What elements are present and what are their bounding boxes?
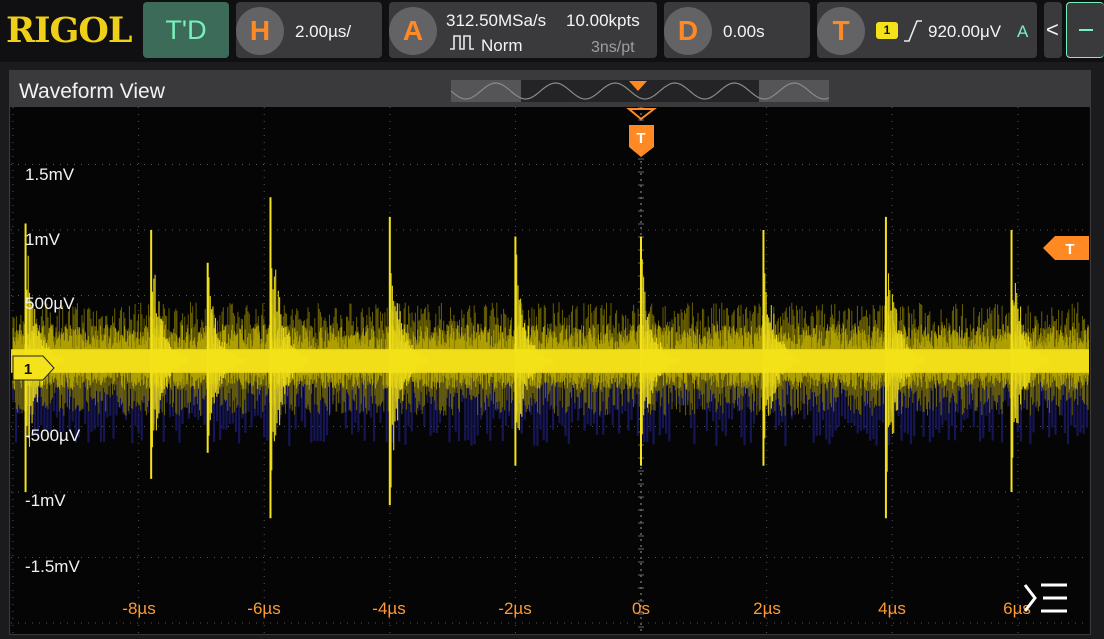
delay-panel[interactable]: D 0.00s <box>664 2 810 58</box>
x-label-2us: 2µs <box>753 599 781 618</box>
y-label-neg1mV: -1mV <box>25 491 66 510</box>
rising-edge-icon <box>904 20 922 42</box>
channel-line-icon <box>1079 29 1093 31</box>
waveform-view-titlebar: Waveform View <box>10 71 1090 107</box>
collapse-button[interactable]: < <box>1044 2 1062 58</box>
waveform-view-title: Waveform View <box>19 80 165 103</box>
trigger-panel[interactable]: T 1 920.00μV A <box>817 2 1037 58</box>
y-label-1mV: 1mV <box>25 230 60 249</box>
delay-icon: D <box>664 7 712 55</box>
horizontal-panel[interactable]: H 2.00µs/ <box>236 2 382 58</box>
y-label-neg500uV: -500µV <box>25 426 81 445</box>
waveform-view-window: Waveform View T T 1 1.5mV 1mV 500µV -500… <box>9 70 1091 635</box>
y-label-1.5mV: 1.5mV <box>25 165 75 184</box>
delay-value: 0.00s <box>723 22 765 41</box>
trigger-level-label: T <box>1065 241 1074 258</box>
pulse-icon <box>450 35 474 50</box>
horizontal-icon: H <box>236 7 284 55</box>
trigger-level: 920.00μV <box>928 22 1002 41</box>
menu-collapse-icon[interactable] <box>1023 582 1069 614</box>
channel-marker-label: 1 <box>24 361 32 378</box>
waveform-plot-area[interactable]: T T 1 1.5mV 1mV 500µV -500µV -1mV -1.5mV… <box>11 107 1089 634</box>
waveform-canvas[interactable]: T T 1 <box>11 107 1089 634</box>
trigger-position-marker[interactable]: T <box>626 108 657 157</box>
time-per-point: 3ns/pt <box>591 39 635 56</box>
x-label-neg2us: -2µs <box>498 599 532 618</box>
channel-panel-edge[interactable] <box>1066 2 1104 58</box>
sample-rate: 312.50MSa/s <box>446 11 547 30</box>
y-label-neg1.5mV: -1.5mV <box>25 557 80 576</box>
acquire-panel[interactable]: A 312.50MSa/s 10.00kpts Norm 3ns/pt <box>389 2 657 58</box>
x-label-neg8us: -8µs <box>122 599 156 618</box>
x-label-4us: 4µs <box>878 599 906 618</box>
x-label-neg6us: -6µs <box>247 599 281 618</box>
timebase-value: 2.00µs/ <box>295 22 352 41</box>
trigger-icon: T <box>817 7 865 55</box>
chevron-left-icon: < <box>1046 17 1059 42</box>
acquire-mode: Norm <box>481 36 523 55</box>
top-toolbar: RIGOL T'D H 2.00µs/ A 312.50MSa/s 10.00k… <box>0 0 1104 62</box>
rigol-logo: RIGOL <box>6 10 132 51</box>
trigger-level-marker[interactable]: T <box>1043 236 1089 260</box>
trigger-marker-label: T <box>636 130 645 147</box>
mode-button[interactable]: T'D <box>143 2 229 58</box>
x-label-neg4us: -4µs <box>372 599 406 618</box>
acquire-icon: A <box>389 7 437 55</box>
memory-position-bar[interactable] <box>451 80 829 102</box>
trigger-sweep: A <box>1017 22 1029 41</box>
memory-depth: 10.00kpts <box>566 11 640 30</box>
trigger-channel-badge: 1 <box>876 22 898 39</box>
y-label-500uV: 500µV <box>25 294 75 313</box>
channel-1-trace <box>11 197 1089 519</box>
x-label-0s: 0s <box>632 599 650 618</box>
